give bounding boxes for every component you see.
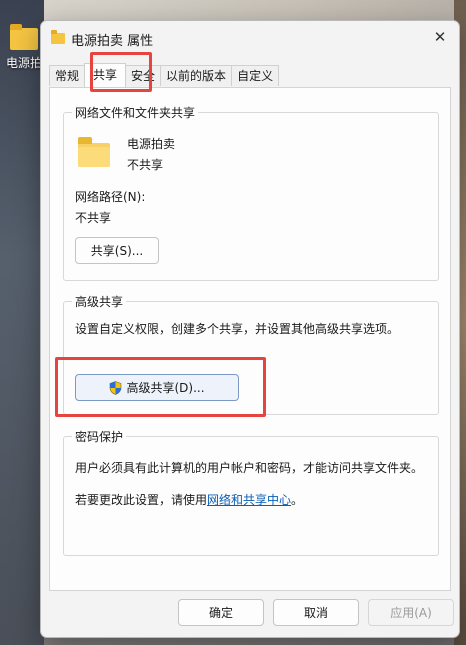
title-bar: 电源拍卖 属性 ✕ — [41, 21, 459, 55]
network-path-value: 不共享 — [75, 211, 112, 225]
folder-icon — [51, 30, 65, 44]
folder-name: 电源拍卖 — [127, 137, 176, 151]
change-setting-prefix: 若要更改此设置，请使用 — [75, 493, 208, 507]
advanced-sharing-title: 高级共享 — [72, 293, 127, 310]
desktop-background-left — [0, 0, 44, 645]
share-button[interactable]: 共享(S)... — [75, 237, 159, 264]
folder-icon — [78, 137, 110, 167]
password-protection-group: 密码保护 用户必须具有此计算机的用户帐户和密码，才能访问共享文件夹。 若要更改此… — [63, 428, 439, 556]
network-sharing-center-link[interactable]: 网络和共享中心 — [207, 493, 291, 507]
change-setting-text: 若要更改此设置，请使用网络和共享中心。 — [75, 491, 303, 508]
ok-button[interactable]: 确定 — [178, 599, 264, 626]
network-sharing-title: 网络文件和文件夹共享 — [72, 104, 199, 121]
dialog-title: 电源拍卖 属性 — [71, 34, 154, 49]
tab-customize[interactable]: 自定义 — [231, 65, 280, 86]
advanced-sharing-description: 设置自定义权限，创建多个共享，并设置其他高级共享选项。 — [75, 322, 400, 336]
sharing-panel: 网络文件和文件夹共享 电源拍卖 不共享 网络路径(N): 不共享 共享(S)..… — [49, 87, 451, 591]
tab-general[interactable]: 常规 — [49, 65, 86, 86]
tab-strip: 常规 共享 安全 以前的版本 自定义 — [49, 63, 280, 87]
share-status: 不共享 — [127, 158, 164, 172]
folder-icon — [10, 24, 38, 50]
apply-button[interactable]: 应用(A) — [368, 599, 454, 626]
tab-previous-versions[interactable]: 以前的版本 — [160, 65, 233, 86]
network-sharing-group: 网络文件和文件夹共享 电源拍卖 不共享 网络路径(N): 不共享 共享(S)..… — [63, 104, 439, 281]
password-protection-title: 密码保护 — [72, 428, 127, 445]
close-icon: ✕ — [433, 28, 447, 46]
highlight-box-advanced-sharing — [55, 357, 266, 417]
change-setting-suffix: 。 — [291, 493, 304, 507]
password-protection-description: 用户必须具有此计算机的用户帐户和密码，才能访问共享文件夹。 — [75, 461, 424, 475]
close-button[interactable]: ✕ — [421, 21, 459, 53]
properties-dialog: 电源拍卖 属性 ✕ 常规 共享 安全 以前的版本 自定义 网络文件和文件夹共享 … — [40, 20, 460, 638]
cancel-button[interactable]: 取消 — [273, 599, 359, 626]
highlight-box-sharing-tab — [90, 52, 152, 92]
network-path-label: 网络路径(N): — [75, 190, 146, 204]
